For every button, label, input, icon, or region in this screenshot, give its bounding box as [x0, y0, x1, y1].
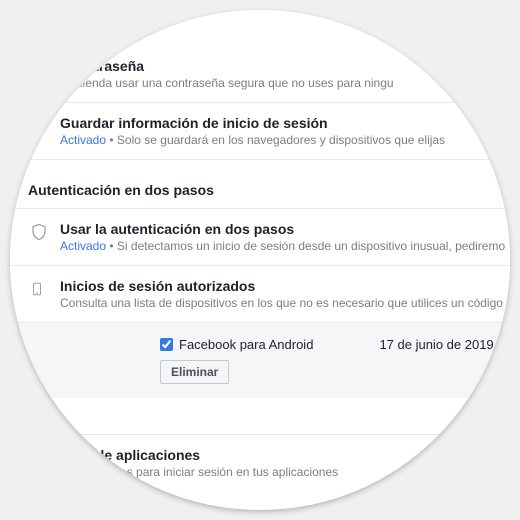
app-passwords-title: eñas de aplicaciones — [60, 447, 510, 463]
device-name: Facebook para Android — [179, 337, 313, 352]
password-row[interactable]: r contraseña comienda usar una contraseñ… — [10, 10, 510, 102]
authorized-logins-row[interactable]: Inicios de sesión autorizados Consulta u… — [10, 265, 510, 322]
save-login-sub: Activado • Solo se guardará en los naveg… — [60, 133, 510, 147]
app-passwords-sub: as especiales para iniciar sesión en tus… — [60, 465, 510, 479]
use-2fa-sub: Activado • Si detectamos un inicio de se… — [60, 239, 510, 253]
use-2fa-title: Usar la autenticación en dos pasos — [60, 221, 510, 237]
device-date: 17 de junio de 2019 — [379, 337, 493, 352]
save-login-status: Activado — [60, 133, 106, 147]
save-login-row[interactable]: Guardar información de inicio de sesión … — [10, 102, 510, 159]
phone-icon — [30, 279, 48, 299]
shield-icon — [30, 222, 48, 242]
authorized-logins-sub: Consulta una lista de dispositivos en lo… — [60, 296, 510, 310]
use-2fa-status: Activado — [60, 239, 106, 253]
password-title: r contraseña — [60, 58, 510, 74]
device-line: Facebook para Android 17 de junio de 201… — [160, 337, 510, 352]
authorized-logins-title: Inicios de sesión autorizados — [60, 278, 510, 294]
remove-button[interactable]: Eliminar — [160, 360, 229, 384]
app-passwords-row[interactable]: eñas de aplicaciones as especiales para … — [10, 434, 510, 505]
save-login-title: Guardar información de inicio de sesión — [60, 115, 510, 131]
device-block: Facebook para Android 17 de junio de 201… — [10, 322, 510, 398]
use-2fa-row[interactable]: Usar la autenticación en dos pasos Activ… — [10, 208, 510, 265]
device-checkbox[interactable] — [160, 338, 173, 351]
app-passwords-sub2: acebook. — [60, 479, 510, 493]
password-sub: comienda usar una contraseña segura que … — [60, 76, 510, 90]
section-two-factor: Autenticación en dos pasos — [10, 159, 510, 208]
